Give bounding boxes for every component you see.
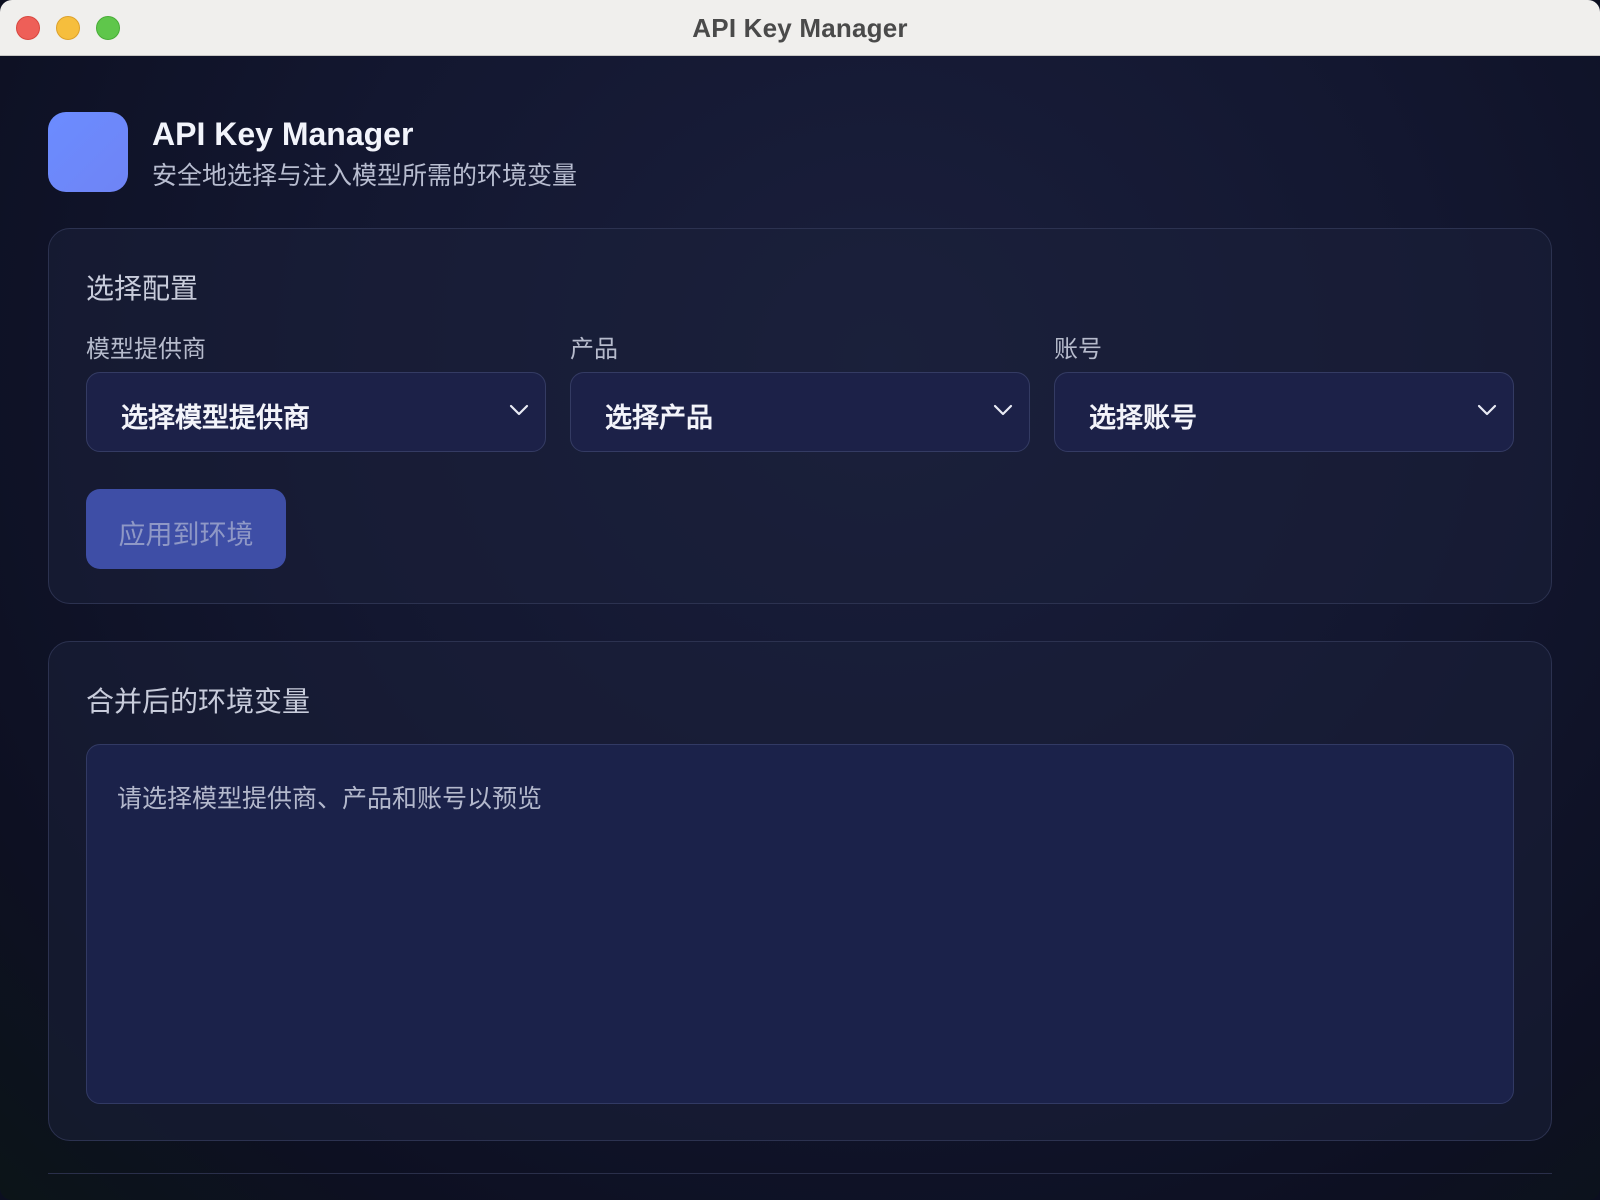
apply-to-env-button[interactable]: 应用到环境 [86,489,286,569]
config-card: 选择配置 模型提供商 选择模型提供商 产品 选择产品 账号 选择账号 应用到环境 [48,228,1552,604]
app-title: API Key Manager [152,116,414,152]
env-section-title: 合并后的环境变量 [86,686,311,717]
env-card: 合并后的环境变量 请选择模型提供商、产品和账号以预览 [48,641,1552,1141]
account-label: 账号 [1054,336,1102,363]
chevron-down-icon [993,404,1013,416]
account-select[interactable]: 选择账号 [1054,372,1514,452]
env-preview-area[interactable]: 请选择模型提供商、产品和账号以预览 [86,744,1514,1104]
footer-divider [48,1173,1552,1174]
window-title: API Key Manager [692,13,908,43]
env-preview-placeholder: 请选择模型提供商、产品和账号以预览 [117,785,543,813]
config-section-title: 选择配置 [86,273,199,304]
apply-button-label: 应用到环境 [118,520,254,550]
product-select[interactable]: 选择产品 [570,372,1030,452]
account-select-value: 选择账号 [1089,403,1197,433]
provider-select-value: 选择模型提供商 [121,403,310,433]
app-subtitle: 安全地选择与注入模型所需的环境变量 [152,162,578,190]
provider-label: 模型提供商 [86,336,206,363]
app-window: API Key Manager API Key Manager 安全地选择与注入… [0,0,1600,1200]
provider-select[interactable]: 选择模型提供商 [86,372,546,452]
chevron-down-icon [1477,404,1497,416]
title-bar: API Key Manager [0,0,1600,56]
chevron-down-icon [509,404,529,416]
app-header: API Key Manager 安全地选择与注入模型所需的环境变量 [48,112,948,192]
product-label: 产品 [570,336,618,363]
app-logo [48,112,128,192]
product-select-value: 选择产品 [605,403,713,433]
